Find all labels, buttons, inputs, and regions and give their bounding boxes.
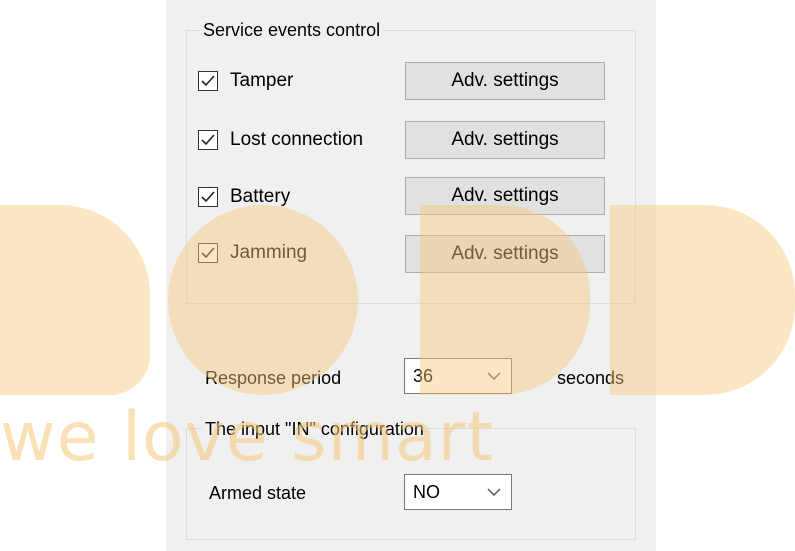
response-period-value: 36 <box>413 365 434 386</box>
lost-connection-checkbox-row[interactable]: Lost connection <box>198 125 363 155</box>
tamper-label: Tamper <box>230 70 294 91</box>
tamper-checkbox[interactable] <box>198 71 218 91</box>
armed-state-value: NO <box>413 481 440 502</box>
tamper-adv-settings-button[interactable]: Adv. settings <box>405 62 605 100</box>
armed-state-label: Armed state <box>209 483 307 503</box>
watermark-letter-r <box>0 205 150 395</box>
chevron-down-icon <box>487 372 501 381</box>
tamper-checkbox-row[interactable]: Tamper <box>198 66 293 96</box>
armed-state-select[interactable]: NO <box>404 474 512 510</box>
lost-connection-checkbox[interactable] <box>198 130 218 150</box>
lost-connection-label: Lost connection <box>230 129 364 150</box>
service-events-title: Service events control <box>200 19 384 41</box>
response-period-label: Response period <box>205 368 342 388</box>
lost-connection-adv-settings-button[interactable]: Adv. settings <box>405 121 605 159</box>
jamming-label: Jamming <box>230 242 308 263</box>
input-config-title: The input "IN" configuration <box>202 418 427 440</box>
jamming-adv-settings-button[interactable]: Adv. settings <box>405 235 605 273</box>
checkmark-icon <box>201 247 215 259</box>
jamming-checkbox-row[interactable]: Jamming <box>198 238 307 268</box>
battery-adv-settings-button[interactable]: Adv. settings <box>405 177 605 215</box>
battery-checkbox[interactable] <box>198 187 218 207</box>
chevron-down-icon <box>487 488 501 497</box>
jamming-checkbox[interactable] <box>198 243 218 263</box>
battery-label: Battery <box>230 186 291 207</box>
response-period-select[interactable]: 36 <box>404 358 512 394</box>
checkmark-icon <box>201 75 215 87</box>
response-period-unit: seconds <box>557 368 625 388</box>
checkmark-icon <box>201 191 215 203</box>
settings-panel: Service events control Tamper Adv. setti… <box>166 0 656 551</box>
checkmark-icon <box>201 134 215 146</box>
battery-checkbox-row[interactable]: Battery <box>198 182 290 212</box>
